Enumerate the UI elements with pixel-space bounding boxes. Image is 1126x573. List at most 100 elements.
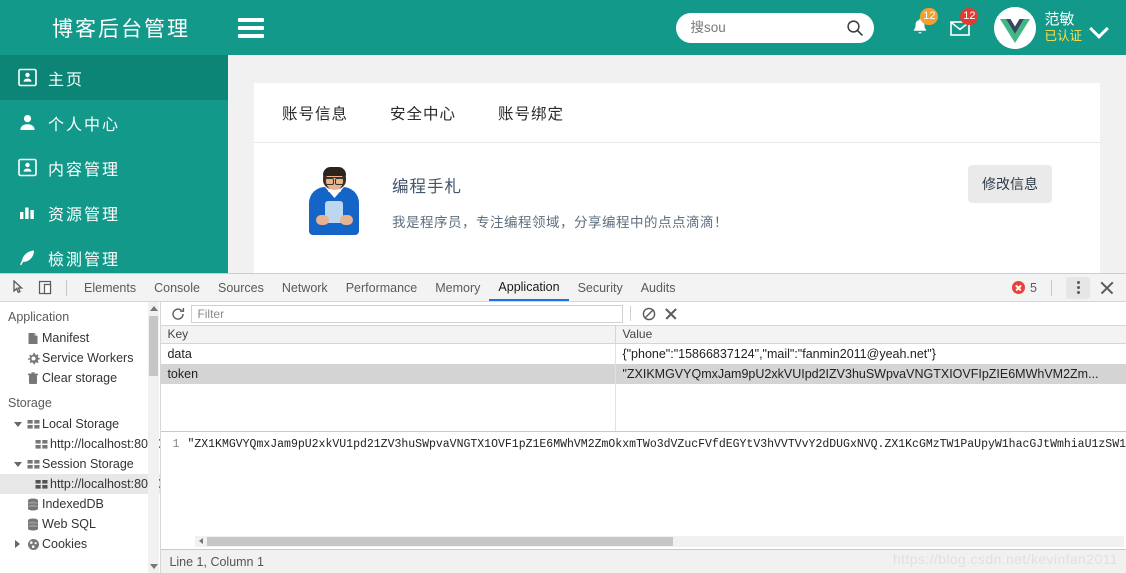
main-content: 账号信息 安全中心 账号绑定 编程手札 我是程序员，专注编程领域，分享编程中的点…: [228, 55, 1126, 273]
preview-line: 1 "ZX1KMGVYQmxJam9pU2xkVU1pd21ZV3huSWpva…: [161, 432, 1126, 453]
tree-item-service-workers[interactable]: Service Workers: [0, 348, 160, 368]
sidebar-item-content-management[interactable]: 内容管理: [0, 145, 228, 190]
user-info[interactable]: 范敏 已认证: [1044, 11, 1082, 43]
tab-security[interactable]: Security: [569, 274, 632, 301]
cell-key: token: [161, 364, 617, 384]
cell-value: "ZXIKMGVYQmxJam9pU2xkVUIpd2IZV3huSWpvaVN…: [622, 367, 1099, 381]
hamburger-icon[interactable]: [238, 17, 264, 38]
preview-horizontal-scrollbar[interactable]: [195, 536, 1124, 547]
tab-application[interactable]: Application: [489, 274, 569, 301]
profile-name: 编程手札: [392, 178, 462, 196]
tree-item-web-sql[interactable]: Web SQL: [0, 514, 160, 534]
devtools-body: Application Manifest Service Workers Cle…: [0, 302, 1126, 573]
chevron-right-icon[interactable]: [12, 538, 24, 550]
id-card-icon: [14, 158, 40, 177]
preview-content[interactable]: "ZX1KMGVYQmxJam9pU2xkVU1pd21ZV3huSWpvaVN…: [187, 437, 1126, 453]
table-row[interactable]: token "ZXIKMGVYQmxJam9pU2xkVUIpd2IZV3huS…: [161, 364, 1126, 384]
scroll-up-icon[interactable]: [149, 303, 158, 315]
tree-item-label: Web SQL: [42, 517, 96, 531]
sidebar-item-resource-management[interactable]: 资源管理: [0, 190, 228, 235]
close-devtools-icon[interactable]: [1096, 277, 1118, 299]
sidebar: 主页 个人中心 内容管理 资源管理 檢測管理: [0, 55, 228, 273]
toolbar-divider: [1051, 279, 1052, 296]
scrollbar-thumb[interactable]: [207, 537, 674, 546]
tree-item-local-storage[interactable]: Local Storage: [0, 414, 160, 434]
toolbar-divider: [630, 306, 632, 321]
sidebar-item-detection-management[interactable]: 檢測管理: [0, 235, 228, 273]
tab-account-info[interactable]: 账号信息: [282, 102, 348, 124]
table-empty-area: [161, 384, 1126, 431]
sidebar-item-home[interactable]: 主页: [0, 55, 228, 100]
edit-info-button[interactable]: 修改信息: [968, 165, 1052, 203]
application-tree: Application Manifest Service Workers Cle…: [0, 302, 162, 573]
chevron-down-icon[interactable]: [12, 418, 24, 430]
search-box[interactable]: [676, 12, 875, 43]
error-icon: [1012, 281, 1026, 294]
tab-performance[interactable]: Performance: [337, 274, 427, 301]
sidebar-item-personal-center[interactable]: 个人中心: [0, 100, 228, 145]
inspect-element-icon[interactable]: [6, 276, 32, 300]
tab-security-center[interactable]: 安全中心: [390, 102, 456, 124]
tree-item-session-storage[interactable]: Session Storage: [0, 454, 160, 474]
vue-logo-avatar: [994, 6, 1037, 49]
devtools-panel: Elements Console Sources Network Perform…: [0, 273, 1126, 573]
search-input[interactable]: [688, 19, 839, 36]
table-row[interactable]: data {"phone":"15866837124","mail":"fanm…: [161, 344, 1126, 364]
filter-input[interactable]: [191, 304, 624, 323]
chevron-down-icon[interactable]: [12, 458, 24, 470]
tree-item-indexeddb[interactable]: IndexedDB: [0, 494, 160, 514]
tree-item-clear-storage[interactable]: Clear storage: [0, 368, 160, 388]
column-header-key[interactable]: Key: [161, 326, 617, 343]
tree-item-local-storage-origin[interactable]: http://localhost:8080: [0, 434, 160, 454]
clear-all-icon[interactable]: [638, 304, 660, 324]
tree-item-label: IndexedDB: [42, 497, 104, 511]
messages-badge: 12: [960, 7, 979, 25]
scrollbar-thumb[interactable]: [149, 316, 159, 376]
tab-memory[interactable]: Memory: [426, 274, 489, 301]
scroll-down-icon[interactable]: [149, 561, 158, 573]
messages-button[interactable]: 12: [940, 7, 980, 48]
document-icon: [24, 332, 42, 345]
tree-section-application: Application: [8, 310, 70, 324]
sidebar-item-label: 内容管理: [48, 161, 121, 179]
sidebar-item-label: 檢測管理: [48, 251, 121, 269]
notifications-button[interactable]: 12: [900, 7, 940, 48]
tree-item-label: Cookies: [42, 537, 88, 551]
cookie-icon: [24, 538, 42, 551]
tab-audits[interactable]: Audits: [632, 274, 685, 301]
refresh-icon[interactable]: [165, 303, 191, 325]
storage-viewer: Key Value data {"phone":"15866837124","m…: [161, 302, 1126, 573]
delete-selected-icon[interactable]: [660, 304, 682, 324]
device-toolbar-icon[interactable]: [32, 276, 58, 300]
tab-sources[interactable]: Sources: [209, 274, 273, 301]
table-icon: [24, 419, 42, 430]
more-options-icon[interactable]: [1066, 276, 1090, 299]
tab-network[interactable]: Network: [273, 274, 337, 301]
tree-item-manifest[interactable]: Manifest: [0, 328, 160, 348]
tree-item-session-storage-origin[interactable]: http://localhost:8080: [0, 474, 161, 494]
tree-item-cookies[interactable]: Cookies: [0, 534, 160, 554]
tree-section-storage: Storage: [8, 396, 52, 410]
tree-item-label: Service Workers: [42, 351, 134, 365]
line-number: 1: [172, 438, 180, 451]
toolbar-divider: [66, 279, 67, 296]
error-count-indicator[interactable]: 5: [1012, 281, 1037, 295]
avatar[interactable]: [994, 6, 1037, 49]
app-header: 博客后台管理 12: [0, 0, 1126, 55]
scroll-left-icon[interactable]: [196, 536, 206, 547]
search-icon[interactable]: [846, 19, 864, 42]
chevron-down-icon[interactable]: [1090, 18, 1110, 38]
cursor-position: Line 1, Column 1: [169, 555, 264, 569]
tab-elements[interactable]: Elements: [75, 274, 145, 301]
id-card-icon: [14, 68, 40, 87]
devtools-toolbar-right: 5: [1012, 276, 1126, 299]
tree-scrollbar[interactable]: [148, 302, 160, 573]
sidebar-item-label: 主页: [48, 71, 85, 89]
tab-console[interactable]: Console: [145, 274, 209, 301]
tab-account-binding[interactable]: 账号绑定: [498, 102, 564, 124]
sidebar-item-label: 个人中心: [48, 116, 121, 134]
column-header-value[interactable]: Value: [616, 326, 1126, 343]
value-preview-pane: 1 "ZX1KMGVYQmxJam9pU2xkVU1pd21ZV3huSWpva…: [161, 432, 1126, 550]
